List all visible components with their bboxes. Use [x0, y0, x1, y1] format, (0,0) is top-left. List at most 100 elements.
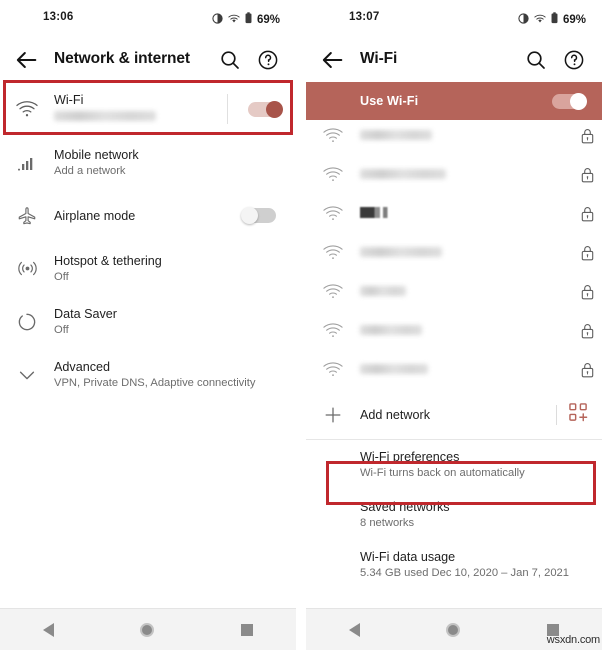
status-bar: 13:07 69%: [306, 0, 602, 38]
option-subtitle: Wi-Fi turns back on automatically: [360, 467, 525, 479]
battery-percent: 69%: [562, 14, 586, 26]
option-row-wifi-data-usage[interactable]: Wi-Fi data usage 5.34 GB used Dec 10, 20…: [306, 540, 602, 590]
settings-row-title: Airplane mode: [54, 208, 136, 223]
redacted-ssid: [360, 168, 446, 179]
network-row[interactable]: [306, 194, 602, 233]
dnd-icon: [212, 11, 223, 29]
lock-icon: [572, 128, 602, 144]
signal-bars-icon: [10, 154, 44, 172]
lock-icon: [572, 167, 602, 183]
option-row-saved-networks[interactable]: Saved networks 8 networks: [306, 490, 602, 540]
status-icon-group: 69%: [212, 11, 280, 29]
hotspot-icon: [10, 258, 44, 279]
settings-row-title: Mobile network: [54, 147, 139, 162]
use-wifi-toggle[interactable]: [552, 92, 587, 110]
app-bar: Wi-Fi: [306, 38, 602, 82]
nav-home-icon[interactable]: [446, 622, 461, 637]
settings-row-text: Mobile network Add a network: [54, 147, 296, 179]
chevron-down-icon: [10, 364, 44, 386]
airplane-icon: [10, 206, 44, 226]
redacted-ssid: [360, 285, 406, 296]
airplane-toggle[interactable]: [241, 207, 276, 224]
nav-back-icon[interactable]: [349, 622, 361, 637]
settings-row-title: Hotspot & tethering: [54, 253, 162, 268]
nav-back-icon[interactable]: [43, 622, 55, 637]
toggle-track: [248, 100, 283, 118]
settings-row-text: Data Saver Off: [54, 306, 296, 338]
network-row[interactable]: [306, 350, 602, 389]
wifi-icon: [316, 361, 350, 378]
back-arrow-icon[interactable]: [318, 46, 346, 74]
back-arrow-icon[interactable]: [12, 46, 40, 74]
wifi-icon: [228, 11, 240, 29]
option-text: Saved networks 8 networks: [360, 499, 602, 531]
help-icon[interactable]: [562, 48, 586, 72]
lock-icon: [572, 245, 602, 261]
screenshot-root: 13:06 69% Network & internet Wi-Fi Mobil…: [0, 0, 602, 650]
use-wifi-banner[interactable]: Use Wi-Fi: [306, 82, 602, 120]
status-clock: 13:07: [349, 11, 380, 23]
settings-row-mobile-network[interactable]: Mobile network Add a network: [0, 136, 296, 189]
settings-row-title: Wi-Fi: [54, 93, 84, 107]
nav-home-icon[interactable]: [140, 622, 155, 637]
option-subtitle: 8 networks: [360, 517, 415, 529]
left-phone-panel: 13:06 69% Network & internet Wi-Fi Mobil…: [0, 0, 296, 650]
settings-row-text: Hotspot & tethering Off: [54, 253, 296, 285]
redacted-ssid: [360, 324, 422, 335]
page-title: Network & internet: [54, 50, 190, 67]
wifi-toggle[interactable]: [248, 100, 283, 118]
network-row[interactable]: [306, 233, 602, 272]
settings-row-data-saver[interactable]: Data Saver Off: [0, 295, 296, 348]
settings-row-text: Advanced VPN, Private DNS, Adaptive conn…: [54, 359, 296, 391]
battery-icon: [245, 11, 252, 29]
redacted-ssid-wrap: [360, 204, 572, 223]
qr-scanner-icon[interactable]: [569, 403, 588, 427]
option-text: Wi-Fi preferences Wi-Fi turns back on au…: [360, 449, 602, 481]
redacted-ssid: [360, 207, 392, 218]
redacted-ssid: [360, 363, 428, 374]
page-title: Wi-Fi: [360, 50, 398, 67]
use-wifi-label: Use Wi-Fi: [360, 94, 419, 108]
network-row[interactable]: [306, 116, 602, 155]
wifi-icon: [316, 322, 350, 339]
nav-recents-icon[interactable]: [240, 623, 253, 636]
network-row[interactable]: [306, 311, 602, 350]
lock-icon: [572, 284, 602, 300]
vertical-divider: [556, 405, 557, 425]
status-clock: 13:06: [43, 11, 74, 23]
network-row[interactable]: [306, 272, 602, 311]
redacted-ssid: [360, 246, 442, 257]
toggle-thumb: [570, 92, 587, 110]
settings-row-subtitle: Add a network: [54, 164, 126, 177]
settings-row-airplane-mode[interactable]: Airplane mode: [0, 189, 296, 242]
wifi-icon: [316, 127, 350, 144]
redacted-ssid: [360, 129, 432, 140]
wifi-icon: [534, 11, 546, 29]
app-bar: Network & internet: [0, 38, 296, 82]
search-icon[interactable]: [218, 48, 242, 72]
option-row-wifi-preferences[interactable]: Wi-Fi preferences Wi-Fi turns back on au…: [306, 440, 602, 490]
status-icon-group: 69%: [518, 11, 586, 29]
settings-row-advanced[interactable]: Advanced VPN, Private DNS, Adaptive conn…: [0, 348, 296, 401]
search-icon[interactable]: [524, 48, 548, 72]
settings-row-wifi[interactable]: Wi-Fi: [0, 82, 296, 136]
redacted-ssid-wrap: [360, 283, 572, 301]
redacted-ssid-wrap: [360, 322, 572, 340]
settings-row-hotspot[interactable]: Hotspot & tethering Off: [0, 242, 296, 295]
settings-row-subtitle: Off: [54, 323, 69, 336]
wifi-icon: [316, 283, 350, 300]
option-title: Wi-Fi data usage: [360, 550, 456, 564]
lock-icon: [572, 206, 602, 222]
data-saver-icon: [10, 312, 44, 332]
watermark: wsxdn.com: [546, 634, 600, 646]
add-network-row[interactable]: Add network: [306, 395, 602, 435]
settings-row-title: Data Saver: [54, 306, 117, 321]
settings-row-title: Advanced: [54, 359, 111, 374]
status-bar: 13:06 69%: [0, 0, 296, 38]
network-row[interactable]: [306, 155, 602, 194]
option-text: Wi-Fi data usage 5.34 GB used Dec 10, 20…: [360, 549, 602, 581]
dnd-icon: [518, 11, 529, 29]
lock-icon: [572, 323, 602, 339]
option-subtitle: 5.34 GB used Dec 10, 2020 – Jan 7, 2021: [360, 567, 569, 579]
help-icon[interactable]: [256, 48, 280, 72]
